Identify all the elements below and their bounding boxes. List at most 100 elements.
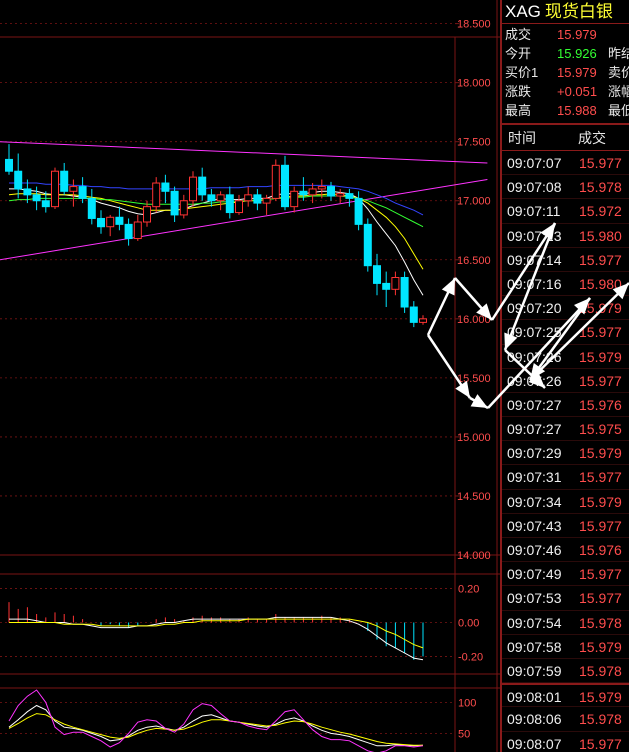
kdj-line bbox=[8, 704, 424, 747]
tick-row[interactable]: 09:07:29 15.979 bbox=[502, 441, 629, 466]
quote-value: +0.051 bbox=[557, 84, 598, 99]
tick-row[interactable]: 09:08:06 15.978 bbox=[502, 707, 629, 732]
candle-body bbox=[262, 197, 271, 204]
quote-label: 买价1 bbox=[505, 65, 539, 80]
quote-value: 15.979 bbox=[557, 27, 597, 42]
tick-row[interactable]: 09:07:11 15.972 bbox=[502, 199, 629, 224]
tick-price: 15.976 bbox=[579, 396, 622, 413]
tick-row[interactable]: 09:07:58 15.979 bbox=[502, 635, 629, 659]
candle-body bbox=[143, 206, 151, 223]
tick-time: 09:07:58 bbox=[507, 638, 562, 655]
candle-body bbox=[60, 170, 69, 192]
quote-summary: 成交 15.979 今开 15.926 昨结 买价1 15.979 卖价 涨跌 … bbox=[502, 24, 629, 125]
quote-label-secondary: 最低 bbox=[608, 103, 629, 118]
quote-label-secondary: 昨结 bbox=[608, 46, 629, 61]
price-tick-label: 14.500 bbox=[457, 491, 491, 503]
tick-time: 09:07:29 bbox=[507, 445, 562, 462]
tick-row[interactable]: 09:07:46 15.976 bbox=[502, 538, 629, 563]
candle-body bbox=[299, 190, 308, 196]
candle-body bbox=[382, 282, 391, 290]
price-tick-label: 15.500 bbox=[457, 373, 491, 385]
tick-price: 15.977 bbox=[579, 517, 622, 534]
tick-price: 15.977 bbox=[579, 155, 622, 171]
trendline bbox=[0, 141, 488, 164]
tick-row[interactable]: 09:07:49 15.977 bbox=[502, 562, 629, 587]
tick-row[interactable]: 09:08:07 15.977 bbox=[502, 732, 629, 752]
tick-row[interactable]: 09:07:25 15.977 bbox=[502, 320, 629, 345]
macd-tick-label: -0.20 bbox=[458, 651, 483, 663]
candle-body bbox=[198, 176, 207, 196]
tick-time: 09:07:26 bbox=[507, 372, 562, 389]
tick-price: 15.979 bbox=[579, 638, 622, 655]
candle-body bbox=[244, 194, 253, 202]
quote-value: 15.979 bbox=[557, 65, 597, 80]
tick-row[interactable]: 09:07:13 15.980 bbox=[502, 224, 629, 248]
price-tick-label: 18.000 bbox=[457, 78, 491, 90]
tick-row[interactable]: 09:07:31 15.977 bbox=[502, 465, 629, 490]
candle-body bbox=[170, 190, 179, 216]
tick-row[interactable]: 09:07:26 15.977 bbox=[502, 369, 629, 393]
quote-panel: XAG现货白银 成交 15.979 今开 15.926 昨结 买价1 15.97… bbox=[500, 0, 629, 752]
candle-body bbox=[87, 197, 96, 219]
candle-body bbox=[179, 200, 188, 216]
tick-row[interactable]: 09:07:27 15.975 bbox=[502, 417, 629, 442]
candle-body bbox=[373, 265, 381, 284]
candle-body bbox=[308, 188, 317, 196]
quote-label: 成交 bbox=[505, 27, 532, 42]
tick-price: 15.977 bbox=[579, 566, 622, 583]
tick-row[interactable]: 09:07:07 15.977 bbox=[502, 151, 629, 176]
kdj-line bbox=[8, 689, 424, 752]
tick-row[interactable]: 09:08:01 15.979 bbox=[502, 683, 629, 708]
tick-row[interactable]: 09:07:34 15.979 bbox=[502, 490, 629, 514]
tick-time: 09:08:06 bbox=[507, 711, 562, 728]
tick-time: 09:07:14 bbox=[507, 251, 562, 268]
tick-price: 15.978 bbox=[579, 614, 622, 631]
tick-time: 09:07:25 bbox=[507, 324, 562, 341]
tick-time: 09:07:20 bbox=[507, 300, 562, 317]
tick-price: 15.980 bbox=[579, 227, 622, 244]
tick-row[interactable]: 09:07:14 15.977 bbox=[502, 248, 629, 272]
tick-time: 09:07:54 bbox=[507, 614, 562, 631]
symbol-name: 现货白银 bbox=[544, 2, 613, 21]
candle-body bbox=[225, 194, 234, 214]
candle-body bbox=[115, 216, 124, 225]
tick-list[interactable]: 09:07:07 15.977 09:07:08 15.978 09:07:11 15.9… bbox=[502, 151, 629, 752]
candle-body bbox=[216, 194, 225, 202]
tick-time: 09:07:27 bbox=[507, 396, 562, 413]
tick-price: 15.980 bbox=[579, 275, 622, 292]
tick-price: 15.979 bbox=[579, 300, 622, 317]
tick-price: 15.978 bbox=[579, 711, 622, 728]
tick-row[interactable]: 09:07:27 15.976 bbox=[502, 393, 629, 418]
tick-price: 15.977 bbox=[579, 590, 622, 607]
tick-row[interactable]: 09:07:54 15.978 bbox=[502, 611, 629, 635]
candle-body bbox=[391, 277, 400, 290]
tick-row[interactable]: 09:07:43 15.977 bbox=[502, 514, 629, 538]
candle-body bbox=[207, 194, 216, 202]
tick-price: 15.972 bbox=[579, 203, 622, 220]
candle-body bbox=[409, 306, 418, 323]
tick-row[interactable]: 09:07:53 15.977 bbox=[502, 586, 629, 611]
tick-row[interactable]: 09:07:59 15.978 bbox=[502, 659, 629, 684]
tick-row[interactable]: 09:07:08 15.978 bbox=[502, 175, 629, 200]
tick-price: 15.979 bbox=[579, 493, 622, 510]
candlestick-chart[interactable]: 18.500 18.000 17.500 17.000 16.500 16.000 15.5… bbox=[0, 0, 500, 752]
tick-time: 09:07:27 bbox=[507, 421, 562, 438]
tick-time: 09:07:26 bbox=[507, 348, 562, 365]
candle-body bbox=[78, 186, 87, 199]
quote-row-last: 成交 15.979 bbox=[502, 25, 629, 44]
quote-value: 15.926 bbox=[557, 46, 597, 61]
quote-row-high: 最高 15.988 最低 bbox=[502, 101, 629, 120]
candle-body bbox=[317, 186, 326, 190]
candle-body bbox=[235, 200, 243, 214]
quote-label: 今开 bbox=[505, 46, 532, 61]
tick-time: 09:07:53 bbox=[507, 590, 562, 607]
tick-row[interactable]: 09:07:26 15.979 bbox=[502, 345, 629, 369]
tick-row[interactable]: 09:07:16 15.980 bbox=[502, 272, 629, 297]
tick-row[interactable]: 09:07:20 15.979 bbox=[502, 296, 629, 321]
candle-body bbox=[51, 170, 59, 208]
quote-row-open: 今开 15.926 昨结 bbox=[502, 44, 629, 63]
chart-area[interactable]: 18.500 18.000 17.500 17.000 16.500 16.000 15.5… bbox=[0, 0, 500, 752]
price-tick-label: 14.000 bbox=[457, 550, 491, 562]
tick-time: 09:07:11 bbox=[507, 203, 561, 220]
tick-price: 15.977 bbox=[579, 324, 622, 341]
